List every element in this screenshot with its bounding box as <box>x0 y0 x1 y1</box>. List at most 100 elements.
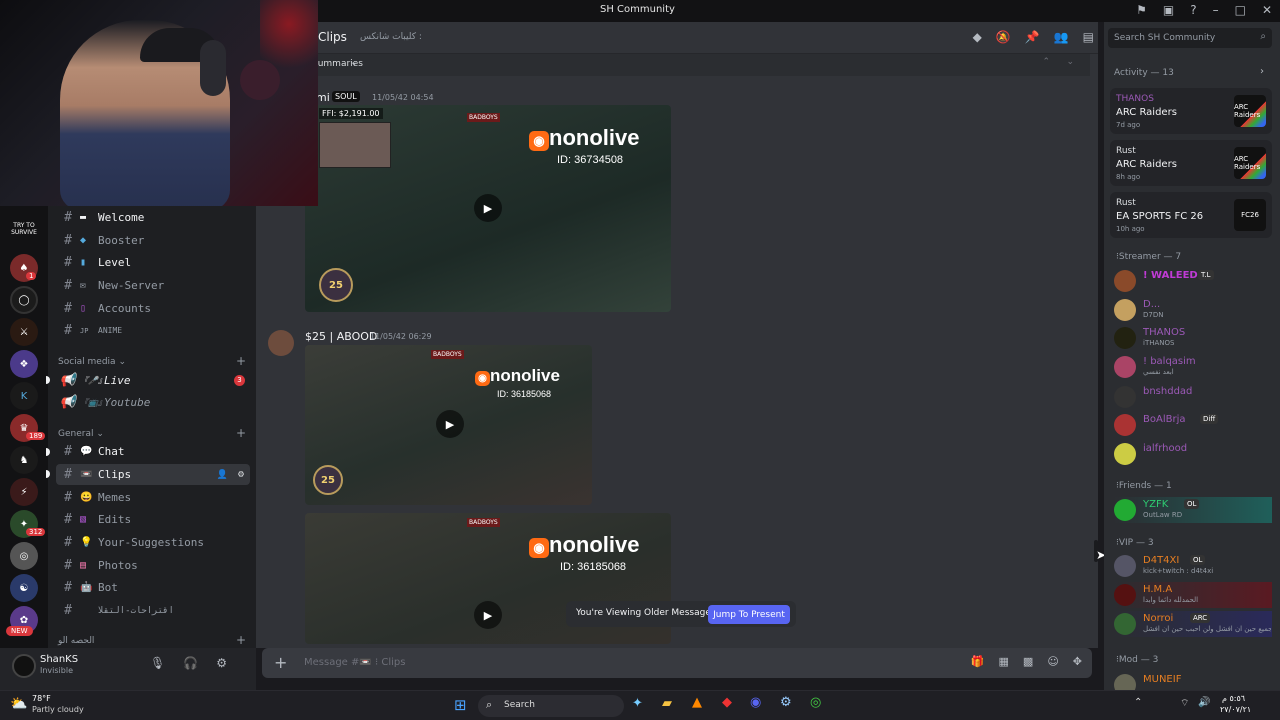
start-icon[interactable]: ⊞ <box>454 696 467 714</box>
server-icon[interactable]: ☯ <box>10 574 38 602</box>
members-icon[interactable]: 👥 <box>1054 30 1069 44</box>
pin-icon[interactable]: 📌 <box>1025 30 1040 44</box>
headphones-icon[interactable]: 🎧 <box>183 656 198 670</box>
channel-memes[interactable]: # 😀 Memes <box>56 487 250 508</box>
mute-icon[interactable]: 🔕 <box>996 30 1011 44</box>
member-item[interactable]: Norroi ARC للجميع حين ان افشل ولن احبب حين… <box>1114 611 1272 637</box>
channel-new-server[interactable]: # ✉ New-Server <box>56 275 250 296</box>
server-icon[interactable]: ◯ <box>10 286 38 314</box>
add-channel-icon[interactable]: + <box>236 426 246 440</box>
member-item[interactable]: D... D7DN <box>1114 297 1274 323</box>
play-icon[interactable]: ▶ <box>436 410 464 438</box>
activity-card[interactable]: THANOS ARC Raiders 7d ago ARC Raiders <box>1110 88 1272 134</box>
member-group-friends: ⁝Friends — 1 <box>1116 481 1172 491</box>
chevron-down-small-icon[interactable]: ⌄ <box>1066 57 1074 67</box>
volume-icon[interactable]: 🔊 <box>1198 697 1210 708</box>
server-icon[interactable]: ◎ <box>10 542 38 570</box>
activity-card[interactable]: Rust EA SPORTS FC 26 10h ago FC26 <box>1110 192 1272 238</box>
play-icon[interactable]: ▶ <box>474 601 502 629</box>
category-social-media[interactable]: Social media ⌄ <box>58 357 126 367</box>
message-author[interactable]: $25 | ABOOD <box>305 330 377 343</box>
message-input[interactable]: Message #📼 ⁝ Clips <box>304 657 405 668</box>
emoji-icon[interactable]: ☺ <box>1047 655 1058 668</box>
channel-edits[interactable]: # ▧ Edits <box>56 509 250 530</box>
channel-photos[interactable]: # ▤ Photos <box>56 555 250 576</box>
tray-chevron-icon[interactable]: ⌃ <box>1134 697 1142 708</box>
member-item[interactable]: bnshddad <box>1114 384 1274 410</box>
server-icon[interactable]: K <box>10 382 38 410</box>
video-embed[interactable]: BADBOYS ◉ nonolive ID: 36185068 ▶ 25 <box>305 345 592 505</box>
chevron-right-icon[interactable]: › <box>1260 66 1264 77</box>
network-icon[interactable]: ⌔ <box>1180 697 1189 710</box>
channel-booster[interactable]: # ◆ Booster <box>56 230 250 251</box>
channel-live[interactable]: 📢 『🎤』 Live <box>56 370 250 391</box>
app-icon[interactable]: ◆ <box>722 695 732 710</box>
chrome-icon[interactable]: ◎ <box>810 695 821 710</box>
member-item[interactable]: H.M.A الحمدلله دائما وابدا <box>1114 582 1272 608</box>
maximize-icon[interactable]: □ <box>1235 3 1246 17</box>
server-rail: TRY TO SURVIVE ♠ 1 ◯ ⚔ ❖ K ♛ 189 ♞ ⚡ ✦ 3… <box>0 200 48 648</box>
threads-icon[interactable]: ◆ <box>973 30 982 44</box>
add-attachment-icon[interactable]: + <box>274 653 287 672</box>
video-embed[interactable]: FFI: $2,191.00 BADBOYS ◉ nonolive ID: 367… <box>305 105 671 312</box>
activity-card[interactable]: Rust ARC Raiders 8h ago ARC Raiders <box>1110 140 1272 186</box>
invite-icon[interactable]: 👤 <box>217 470 228 480</box>
server-icon[interactable]: ⚔ <box>10 318 38 346</box>
member-item[interactable]: D4T4XI OL kick+twitch : d4t4xi <box>1114 553 1274 579</box>
gear-icon[interactable]: ⚙ <box>238 469 244 480</box>
minimize-icon[interactable]: – <box>1213 3 1219 17</box>
channel-suggestions-arabic[interactable]: # اقتراحات-التقلا <box>56 600 250 621</box>
member-item[interactable]: MUNEIF <box>1114 672 1274 690</box>
channel-bot[interactable]: # 🤖 Bot <box>56 577 250 598</box>
jump-to-present-button[interactable]: Jump To Present <box>708 605 790 624</box>
screen-icon[interactable]: ▣ <box>1163 3 1174 17</box>
server-icon[interactable]: ❖ <box>10 350 38 378</box>
member-item[interactable]: THANOS iTHANOS <box>1114 325 1274 351</box>
member-item[interactable]: YZFK OL OutLaw RD <box>1114 497 1272 523</box>
close-icon[interactable]: ✕ <box>1262 3 1272 17</box>
avatar[interactable] <box>268 330 294 356</box>
inbox-panel-icon[interactable]: ▤ <box>1083 30 1094 44</box>
server-try-to-survive[interactable]: TRY TO SURVIVE <box>8 222 40 236</box>
channel-level[interactable]: # ▮ Level <box>56 252 250 273</box>
chevron-up-icon[interactable]: ⌃ <box>1042 57 1050 67</box>
message-composer[interactable]: + Message #📼 ⁝ Clips 🎁 ▦ ▩ ☺ ✥ <box>262 648 1092 678</box>
member-item[interactable]: ialfrhood <box>1114 441 1274 467</box>
channel-chat[interactable]: # 💬 Chat <box>56 441 250 462</box>
apps-icon[interactable]: ✥ <box>1073 655 1082 668</box>
steam-icon[interactable]: ⚙ <box>780 695 792 710</box>
app-icon[interactable]: ▲ <box>692 695 702 710</box>
inbox-icon[interactable]: ⚑ <box>1136 3 1147 17</box>
search-input[interactable]: Search SH Community ⌕ <box>1108 28 1272 48</box>
copilot-icon[interactable]: ✦ <box>632 696 643 711</box>
server-icon[interactable]: ♞ <box>10 446 38 474</box>
settings-gear-icon[interactable]: ⚙ <box>216 656 227 670</box>
message-author[interactable]: mi <box>316 91 330 104</box>
play-icon[interactable]: ▶ <box>474 194 502 222</box>
add-channel-icon[interactable]: + <box>236 354 246 368</box>
member-item[interactable]: ! balqasim ابعد نفسي <box>1114 354 1274 380</box>
channel-anime[interactable]: # JP ANIME <box>56 320 250 341</box>
discord-icon[interactable]: ◉ <box>750 695 761 710</box>
sticker-icon[interactable]: ▩ <box>1023 655 1033 668</box>
channel-clips[interactable]: # 📼 Clips 👤 ⚙ <box>56 464 250 485</box>
summaries-bar[interactable]: Summaries ⌄ ⌃ ⌄ <box>256 54 1090 76</box>
taskbar-search[interactable]: ⌕ Search <box>478 695 624 717</box>
channel-accounts[interactable]: # ▯ Accounts <box>56 298 250 319</box>
avatar[interactable] <box>12 654 36 678</box>
gift-icon[interactable]: 🎁 <box>971 655 985 668</box>
member-item[interactable]: BoAlBrja Diff <box>1114 412 1274 438</box>
file-explorer-icon[interactable]: ▰ <box>662 696 672 711</box>
category-general[interactable]: General ⌄ <box>58 429 104 439</box>
channel-youtube[interactable]: 📢 『📺』 Youtube <box>56 392 250 413</box>
category-bottom[interactable]: الحصه الو <box>58 636 94 646</box>
add-channel-icon[interactable]: + <box>236 633 246 647</box>
help-icon[interactable]: ? <box>1190 3 1196 17</box>
server-icon[interactable]: ⚡ <box>10 478 38 506</box>
stream-id: ID: 36734508 <box>557 154 624 166</box>
member-item[interactable]: ! WALEED T.L <box>1114 268 1274 294</box>
gif-icon[interactable]: ▦ <box>999 655 1009 668</box>
microphone-icon[interactable]: 🎙 <box>150 656 165 670</box>
channel-welcome[interactable]: # ▬ Welcome <box>56 207 250 228</box>
channel-your-suggestions[interactable]: # 💡 Your-Suggestions <box>56 532 250 553</box>
